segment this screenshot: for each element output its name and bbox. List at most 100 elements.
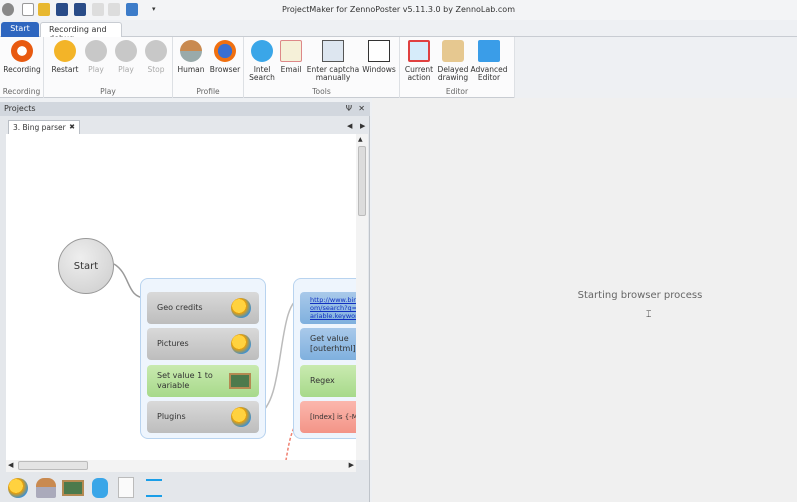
hourglass-icon <box>442 40 464 62</box>
tab-recording-and-debug[interactable]: Recording and debug <box>40 22 122 43</box>
browser-status: Starting browser process <box>577 290 703 301</box>
document-icon[interactable] <box>118 477 134 498</box>
gears-icon <box>231 334 251 354</box>
action-label: Plugins <box>157 412 186 421</box>
intel-search-button[interactable]: Intel Search <box>246 40 278 82</box>
action-geo-credits[interactable]: Geo credits <box>147 292 259 324</box>
human-icon <box>180 40 202 62</box>
sitemap-icon[interactable] <box>146 479 162 497</box>
close-icon[interactable]: ✕ <box>358 104 365 113</box>
stop-button[interactable]: Stop <box>142 40 170 74</box>
group-label: Profile <box>196 87 220 96</box>
monster-icon <box>251 40 273 62</box>
scroll-left-icon[interactable]: ◀ <box>8 461 13 469</box>
email-button[interactable]: Email <box>278 40 304 74</box>
scroll-up-icon[interactable]: ▲ <box>358 136 363 143</box>
scroll-thumb[interactable] <box>358 146 366 216</box>
captcha-icon <box>322 40 344 62</box>
label: Play <box>118 65 134 74</box>
play-step-icon <box>115 40 137 62</box>
action-toolbar <box>0 474 370 502</box>
scroll-right-icon[interactable]: ▶ <box>349 461 354 469</box>
action-label: Regex <box>310 376 335 385</box>
group-label: Tools <box>312 87 331 96</box>
delayed-drawing-button[interactable]: Delayed drawing <box>436 40 470 82</box>
projects-panel: Projects Ψ ✕ 3. Bing parser ✖ ◀ ▶ Start … <box>0 102 370 502</box>
advanced-editor-button[interactable]: Advanced Editor <box>470 40 508 82</box>
gears-icon <box>231 407 251 427</box>
human-icon[interactable] <box>36 478 56 498</box>
action-label: Geo credits <box>157 303 203 312</box>
project-canvas[interactable]: Start Geo credits Pictures Set value 1 t… <box>6 134 368 460</box>
tab-start[interactable]: Start <box>1 22 39 37</box>
group-profile: Human Browser Profile <box>173 37 244 98</box>
label: Current action <box>404 65 434 82</box>
action-label: Set value 1 to variable <box>157 371 213 390</box>
human-button[interactable]: Human <box>176 40 206 74</box>
record-icon <box>11 40 33 62</box>
group-tools: Intel Search Email Enter captcha manuall… <box>244 37 400 98</box>
label: Restart <box>51 65 79 74</box>
action-group-1[interactable]: Geo credits Pictures Set value 1 to vari… <box>140 278 266 439</box>
browser-button[interactable]: Browser <box>208 40 242 74</box>
window-title: ProjectMaker for ZennoPoster v5.11.3.0 b… <box>282 5 515 14</box>
title-bar: ▾ ProjectMaker for ZennoPoster v5.11.3.0… <box>0 0 797 20</box>
label: Enter captcha manually <box>306 65 360 82</box>
label: Human <box>177 65 205 74</box>
panel-title: Projects <box>4 104 36 113</box>
tab-scroll-right-icon[interactable]: ▶ <box>360 122 365 130</box>
label: Intel Search <box>249 65 275 82</box>
chalkboard-icon <box>229 373 251 389</box>
group-recording: Recording Recording <box>0 37 44 98</box>
play-icon <box>85 40 107 62</box>
scroll-thumb[interactable] <box>18 461 88 470</box>
pin-icon[interactable]: Ψ <box>346 104 352 113</box>
label: Advanced Editor <box>470 65 508 82</box>
current-action-button[interactable]: Current action <box>402 40 436 82</box>
enter-captcha-button[interactable]: Enter captcha manually <box>306 40 360 82</box>
expand-icon <box>478 40 500 62</box>
current-action-icon <box>408 40 430 62</box>
label: Email <box>280 65 302 74</box>
label: Stop <box>147 65 165 74</box>
play-button[interactable]: Play <box>82 40 110 74</box>
play-step-button[interactable]: Play <box>112 40 140 74</box>
restart-icon <box>54 40 76 62</box>
start-node[interactable]: Start <box>58 238 114 294</box>
label: Browser <box>209 65 241 74</box>
text-cursor-icon: ⌶ <box>646 310 652 320</box>
ribbon: Recording Recording Restart Play Play St… <box>0 37 515 98</box>
vertical-scrollbar[interactable]: ▲ <box>356 134 368 460</box>
recording-button[interactable]: Recording <box>2 40 42 74</box>
group-label: Play <box>100 87 116 96</box>
doc-tab-bing-parser[interactable]: 3. Bing parser ✖ <box>8 120 80 134</box>
ribbon-tabs: Start Recording and debug <box>0 20 797 43</box>
group-label: Recording <box>2 87 41 96</box>
label: Recording <box>3 65 41 74</box>
windows-button[interactable]: Windows <box>360 40 398 74</box>
group-play: Restart Play Play Stop Play <box>44 37 173 98</box>
tab-scroll-left-icon[interactable]: ◀ <box>347 122 352 130</box>
doc-tab-label: 3. Bing parser <box>13 123 66 132</box>
windows-icon <box>368 40 390 62</box>
group-editor: Current action Delayed drawing Advanced … <box>400 37 515 98</box>
action-pictures[interactable]: Pictures <box>147 328 259 360</box>
stop-icon <box>145 40 167 62</box>
close-tab-icon[interactable]: ✖ <box>69 123 75 131</box>
label: Windows <box>362 65 396 74</box>
label: Delayed drawing <box>437 65 469 82</box>
envelope-icon <box>280 40 302 62</box>
horizontal-scrollbar[interactable]: ◀ ▶ <box>6 460 356 472</box>
action-label: Pictures <box>157 339 189 348</box>
chalkboard-icon[interactable] <box>62 480 84 496</box>
panel-header: Projects Ψ ✕ <box>0 102 370 116</box>
action-set-value[interactable]: Set value 1 to variable <box>147 365 259 397</box>
firefox-icon <box>214 40 236 62</box>
action-plugins[interactable]: Plugins <box>147 401 259 433</box>
monster-icon[interactable] <box>92 478 108 498</box>
restart-button[interactable]: Restart <box>50 40 80 74</box>
gears-icon <box>231 298 251 318</box>
label: Play <box>88 65 104 74</box>
group-label: Editor <box>445 87 469 96</box>
gears-icon[interactable] <box>8 478 28 498</box>
